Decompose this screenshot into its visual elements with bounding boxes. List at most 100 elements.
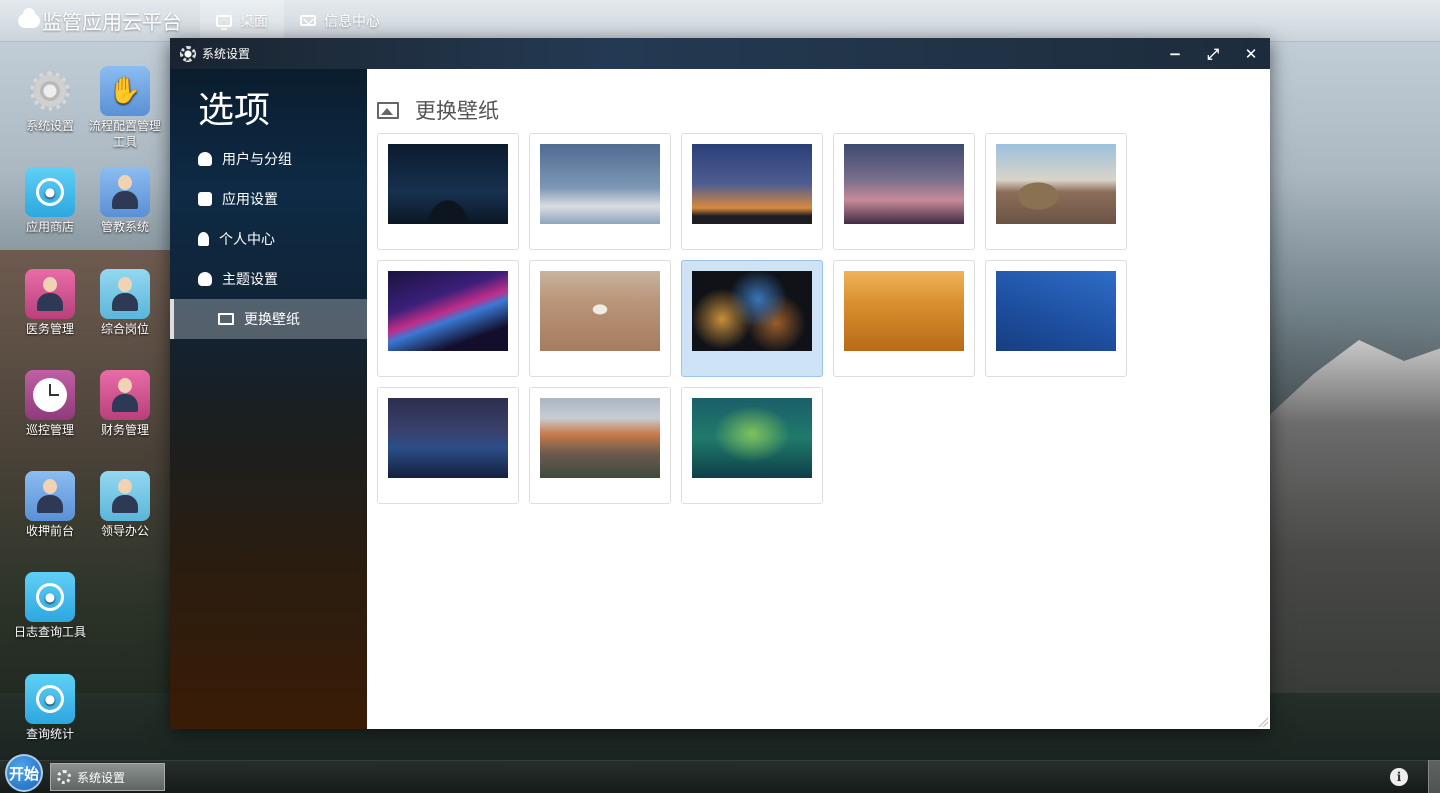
desktop-icon-log-query[interactable]: ● 日志查询工具 <box>13 572 87 640</box>
sidebar-item-personal-center[interactable]: 个人中心 <box>170 219 367 259</box>
nav-desktop-label: 桌面 <box>240 13 268 30</box>
desktop-icon-general-post[interactable]: 综合岗位 <box>88 269 162 337</box>
wallpaper-thumb-purple-light-waves[interactable] <box>377 260 519 377</box>
minimize-button[interactable]: − <box>1156 38 1194 69</box>
wallpaper-thumb-starry-night[interactable] <box>377 133 519 250</box>
gear-icon <box>180 45 196 62</box>
sidebar-item-label: 个人中心 <box>219 232 275 248</box>
content-header: 更换壁纸 <box>377 95 1260 125</box>
desktop-icon-label: 财务管理 <box>100 423 149 437</box>
wallpaper-thumb-green-blur[interactable] <box>681 387 823 504</box>
palette-icon <box>198 272 212 286</box>
sidebar-item-change-wallpaper[interactable]: 更换壁纸 <box>170 299 367 339</box>
desktop-icon-label: 日志查询工具 <box>13 625 86 639</box>
wallpaper-image <box>540 398 660 478</box>
desktop-icon-label: 查询统计 <box>25 727 74 741</box>
brand: 监管应用云平台 <box>0 6 200 35</box>
staff-icon <box>100 269 150 319</box>
nurse-icon <box>100 370 150 420</box>
wallpaper-image <box>388 144 508 224</box>
taskbar-item-system-settings[interactable]: 系统设置 <box>50 763 165 791</box>
show-desktop-button[interactable] <box>1428 760 1440 793</box>
wallpaper-thumb-el-capitan[interactable] <box>529 387 671 504</box>
apple-icon: ● <box>25 572 75 622</box>
window-body: 选项 用户与分组 应用设置 个人中心 主题设置 更换壁纸 更换壁纸 <box>170 69 1270 729</box>
desktop-icon-label: 领导办公 <box>100 524 149 538</box>
sidebar-heading: 选项 <box>198 90 271 131</box>
nav-desktop[interactable]: 桌面 <box>200 0 284 42</box>
desktop-icon <box>216 14 232 30</box>
apple-icon: ● <box>25 167 75 217</box>
sidebar-item-label: 更换壁纸 <box>244 312 300 328</box>
desktop-icon-patrol[interactable]: 巡控管理 <box>13 370 87 438</box>
desktop-icon-leader-office[interactable]: 领导办公 <box>88 471 162 539</box>
wallpaper-thumb-blurred-bokeh[interactable] <box>681 260 823 377</box>
window-titlebar[interactable]: 系统设置 − ⤢ ✕ <box>170 38 1270 69</box>
desktop-icon-intake-desk[interactable]: 收押前台 <box>13 471 87 539</box>
sidebar-item-theme-settings[interactable]: 主题设置 <box>170 259 367 299</box>
nurse-icon <box>25 269 75 319</box>
settings-window: 系统设置 − ⤢ ✕ 选项 用户与分组 应用设置 个人中心 主题设置 更换壁纸 … <box>170 38 1270 729</box>
officer-icon <box>100 167 150 217</box>
content-title: 更换壁纸 <box>415 99 499 123</box>
picture-icon <box>218 313 234 325</box>
wallpaper-image <box>692 398 812 478</box>
settings-sidebar: 选项 用户与分组 应用设置 个人中心 主题设置 更换壁纸 <box>170 69 367 729</box>
phone-icon <box>198 192 212 206</box>
desktop-icon-discipline-system[interactable]: 管教系统 <box>88 167 162 235</box>
wallpaper-thumb-snowy-clouds[interactable] <box>529 133 671 250</box>
window-title: 系统设置 <box>202 47 251 61</box>
wallpaper-image <box>388 398 508 478</box>
staff-icon <box>100 471 150 521</box>
desktop-icon-query-stats[interactable]: ● 查询统计 <box>13 674 87 742</box>
desktop-icon-label: 系统设置 <box>25 119 74 133</box>
wallpaper-image <box>996 271 1116 351</box>
wallpaper-thumb-blue-mountains[interactable] <box>377 387 519 504</box>
wallpaper-thumb-sunset-tree[interactable] <box>681 133 823 250</box>
brand-title: 监管应用云平台 <box>42 10 182 34</box>
close-button[interactable]: ✕ <box>1232 38 1270 69</box>
wallpaper-thumb-sand-dunes[interactable] <box>833 260 975 377</box>
top-bar: 监管应用云平台 桌面 信息中心 <box>0 0 1440 42</box>
window-controls: − ⤢ ✕ <box>1156 38 1270 69</box>
resize-grip[interactable] <box>1258 717 1268 727</box>
start-button[interactable]: 开始 <box>5 754 43 792</box>
wallpaper-thumb-hay-bale[interactable] <box>985 133 1127 250</box>
wallpaper-image <box>540 271 660 351</box>
wallpaper-grid <box>377 133 1260 504</box>
sidebar-item-users-groups[interactable]: 用户与分组 <box>170 139 367 179</box>
wallpaper-thumb-blue-sky-roof[interactable] <box>985 260 1127 377</box>
desktop-icon-medical[interactable]: 医务管理 <box>13 269 87 337</box>
desktop-icon-label: 综合岗位 <box>100 322 149 336</box>
apple-icon: ● <box>25 674 75 724</box>
sidebar-item-app-settings[interactable]: 应用设置 <box>170 179 367 219</box>
wallpaper-image <box>692 271 812 351</box>
desktop-icon-workflow-tool[interactable]: ✋ 流程配置管理工具 <box>88 66 162 150</box>
bible-hand-icon: ✋ <box>100 66 150 116</box>
info-icon[interactable]: i <box>1390 768 1408 786</box>
nav-message-center[interactable]: 信息中心 <box>284 0 396 42</box>
taskbar: 开始 系统设置 i <box>0 754 1440 793</box>
desktop-icon-label: 应用商店 <box>25 220 74 234</box>
desktop-icon-label: 管教系统 <box>100 220 149 234</box>
desktop-icon-app-store[interactable]: ● 应用商店 <box>13 167 87 235</box>
wallpaper-image <box>844 144 964 224</box>
gear-icon <box>57 770 71 784</box>
desktop-icon-system-settings[interactable]: 系统设置 <box>13 66 87 134</box>
desktop-icon-label: 医务管理 <box>25 322 74 336</box>
wallpaper-thumb-shell-on-beach[interactable] <box>529 260 671 377</box>
wallpaper-image <box>844 271 964 351</box>
sidebar-item-label: 应用设置 <box>222 192 278 208</box>
maximize-button[interactable]: ⤢ <box>1194 38 1232 69</box>
picture-icon <box>377 101 399 119</box>
desktop-icon-label: 收押前台 <box>25 524 74 538</box>
wallpaper-thumb-dusk-field[interactable] <box>833 133 975 250</box>
users-icon <box>198 152 212 166</box>
sidebar-item-label: 主题设置 <box>222 272 278 288</box>
desktop-icon-finance[interactable]: 财务管理 <box>88 370 162 438</box>
gear-icon <box>25 66 75 116</box>
desktop-icon-label: 巡控管理 <box>25 423 74 437</box>
nav-message-center-label: 信息中心 <box>324 13 380 30</box>
taskbar-item-label: 系统设置 <box>77 770 126 785</box>
user-icon <box>198 232 209 246</box>
